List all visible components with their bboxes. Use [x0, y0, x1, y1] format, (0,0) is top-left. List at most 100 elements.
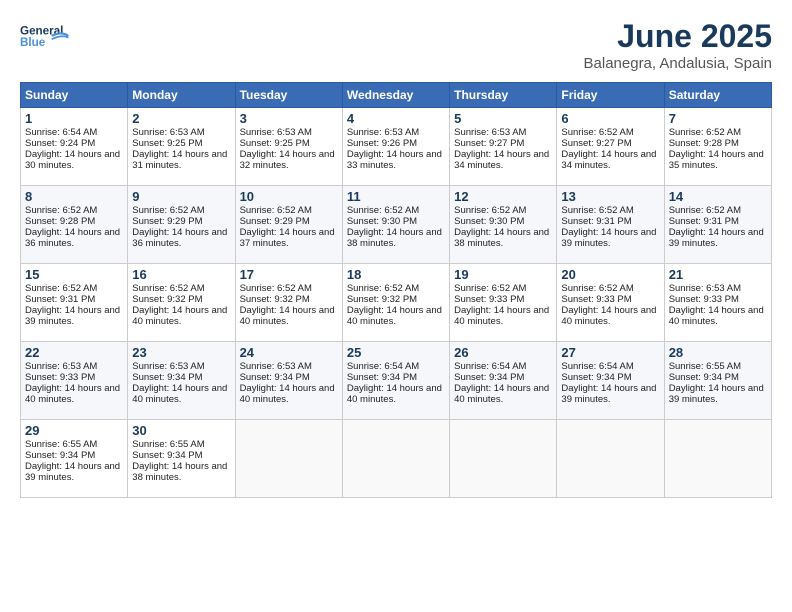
calendar-cell: 16Sunrise: 6:52 AMSunset: 9:32 PMDayligh…	[128, 264, 235, 342]
calendar-cell: 14Sunrise: 6:52 AMSunset: 9:31 PMDayligh…	[664, 186, 771, 264]
sunset: Sunset: 9:32 PM	[132, 294, 202, 305]
day-number: 13	[561, 189, 659, 204]
subtitle: Balanegra, Andalusia, Spain	[584, 55, 772, 72]
daylight: Daylight: 14 hours and 37 minutes.	[240, 227, 335, 249]
calendar-cell: 19Sunrise: 6:52 AMSunset: 9:33 PMDayligh…	[450, 264, 557, 342]
calendar-cell: 8Sunrise: 6:52 AMSunset: 9:28 PMDaylight…	[21, 186, 128, 264]
day-number: 10	[240, 189, 338, 204]
calendar-cell: 30Sunrise: 6:55 AMSunset: 9:34 PMDayligh…	[128, 420, 235, 498]
sunrise: Sunrise: 6:52 AM	[240, 205, 312, 216]
calendar-cell	[664, 420, 771, 498]
daylight: Daylight: 14 hours and 40 minutes.	[132, 383, 227, 405]
sunset: Sunset: 9:31 PM	[561, 216, 631, 227]
sunrise: Sunrise: 6:53 AM	[240, 361, 312, 372]
daylight: Daylight: 14 hours and 38 minutes.	[454, 227, 549, 249]
calendar-cell: 2Sunrise: 6:53 AMSunset: 9:25 PMDaylight…	[128, 108, 235, 186]
sunset: Sunset: 9:27 PM	[561, 138, 631, 149]
calendar-cell: 1Sunrise: 6:54 AMSunset: 9:24 PMDaylight…	[21, 108, 128, 186]
daylight: Daylight: 14 hours and 35 minutes.	[669, 149, 764, 171]
col-thursday: Thursday	[450, 83, 557, 108]
sunrise: Sunrise: 6:53 AM	[240, 127, 312, 138]
day-number: 26	[454, 345, 552, 360]
calendar-body: 1Sunrise: 6:54 AMSunset: 9:24 PMDaylight…	[21, 108, 772, 498]
calendar-cell: 23Sunrise: 6:53 AMSunset: 9:34 PMDayligh…	[128, 342, 235, 420]
col-saturday: Saturday	[664, 83, 771, 108]
daylight: Daylight: 14 hours and 40 minutes.	[669, 305, 764, 327]
calendar-cell: 21Sunrise: 6:53 AMSunset: 9:33 PMDayligh…	[664, 264, 771, 342]
week-row-4: 22Sunrise: 6:53 AMSunset: 9:33 PMDayligh…	[21, 342, 772, 420]
day-number: 11	[347, 189, 445, 204]
sunset: Sunset: 9:26 PM	[347, 138, 417, 149]
main-title: June 2025	[584, 18, 772, 55]
day-number: 19	[454, 267, 552, 282]
daylight: Daylight: 14 hours and 31 minutes.	[132, 149, 227, 171]
day-number: 8	[25, 189, 123, 204]
sunrise: Sunrise: 6:52 AM	[132, 283, 204, 294]
sunset: Sunset: 9:34 PM	[240, 372, 310, 383]
sunrise: Sunrise: 6:52 AM	[132, 205, 204, 216]
calendar-cell: 24Sunrise: 6:53 AMSunset: 9:34 PMDayligh…	[235, 342, 342, 420]
daylight: Daylight: 14 hours and 33 minutes.	[347, 149, 442, 171]
daylight: Daylight: 14 hours and 40 minutes.	[454, 305, 549, 327]
day-number: 6	[561, 111, 659, 126]
calendar-cell: 15Sunrise: 6:52 AMSunset: 9:31 PMDayligh…	[21, 264, 128, 342]
sunrise: Sunrise: 6:55 AM	[25, 439, 97, 450]
sunset: Sunset: 9:33 PM	[454, 294, 524, 305]
sunset: Sunset: 9:29 PM	[132, 216, 202, 227]
calendar-cell: 13Sunrise: 6:52 AMSunset: 9:31 PMDayligh…	[557, 186, 664, 264]
sunrise: Sunrise: 6:55 AM	[132, 439, 204, 450]
day-number: 22	[25, 345, 123, 360]
daylight: Daylight: 14 hours and 36 minutes.	[132, 227, 227, 249]
sunrise: Sunrise: 6:52 AM	[669, 127, 741, 138]
calendar-cell: 7Sunrise: 6:52 AMSunset: 9:28 PMDaylight…	[664, 108, 771, 186]
calendar-cell: 20Sunrise: 6:52 AMSunset: 9:33 PMDayligh…	[557, 264, 664, 342]
calendar-cell: 6Sunrise: 6:52 AMSunset: 9:27 PMDaylight…	[557, 108, 664, 186]
sunrise: Sunrise: 6:54 AM	[25, 127, 97, 138]
daylight: Daylight: 14 hours and 39 minutes.	[561, 383, 656, 405]
sunset: Sunset: 9:29 PM	[240, 216, 310, 227]
day-number: 2	[132, 111, 230, 126]
sunset: Sunset: 9:28 PM	[25, 216, 95, 227]
daylight: Daylight: 14 hours and 40 minutes.	[454, 383, 549, 405]
calendar-cell: 12Sunrise: 6:52 AMSunset: 9:30 PMDayligh…	[450, 186, 557, 264]
header: General Blue June 2025 Balanegra, Andalu…	[20, 18, 772, 72]
sunrise: Sunrise: 6:53 AM	[25, 361, 97, 372]
daylight: Daylight: 14 hours and 32 minutes.	[240, 149, 335, 171]
sunrise: Sunrise: 6:52 AM	[240, 283, 312, 294]
sunrise: Sunrise: 6:55 AM	[669, 361, 741, 372]
daylight: Daylight: 14 hours and 40 minutes.	[347, 383, 442, 405]
day-number: 23	[132, 345, 230, 360]
sunset: Sunset: 9:34 PM	[669, 372, 739, 383]
sunset: Sunset: 9:28 PM	[669, 138, 739, 149]
sunrise: Sunrise: 6:53 AM	[132, 361, 204, 372]
sunrise: Sunrise: 6:52 AM	[669, 205, 741, 216]
page: General Blue June 2025 Balanegra, Andalu…	[0, 0, 792, 612]
sunset: Sunset: 9:34 PM	[132, 450, 202, 461]
sunset: Sunset: 9:34 PM	[132, 372, 202, 383]
logo: General Blue	[20, 18, 70, 58]
sunset: Sunset: 9:32 PM	[240, 294, 310, 305]
sunset: Sunset: 9:25 PM	[132, 138, 202, 149]
day-number: 5	[454, 111, 552, 126]
sunrise: Sunrise: 6:53 AM	[347, 127, 419, 138]
sunrise: Sunrise: 6:52 AM	[454, 283, 526, 294]
daylight: Daylight: 14 hours and 34 minutes.	[454, 149, 549, 171]
calendar-cell: 9Sunrise: 6:52 AMSunset: 9:29 PMDaylight…	[128, 186, 235, 264]
daylight: Daylight: 14 hours and 40 minutes.	[347, 305, 442, 327]
sunset: Sunset: 9:34 PM	[347, 372, 417, 383]
calendar-cell: 11Sunrise: 6:52 AMSunset: 9:30 PMDayligh…	[342, 186, 449, 264]
sunset: Sunset: 9:31 PM	[669, 216, 739, 227]
calendar-cell: 4Sunrise: 6:53 AMSunset: 9:26 PMDaylight…	[342, 108, 449, 186]
calendar-header: Sunday Monday Tuesday Wednesday Thursday…	[21, 83, 772, 108]
day-number: 15	[25, 267, 123, 282]
sunrise: Sunrise: 6:54 AM	[454, 361, 526, 372]
daylight: Daylight: 14 hours and 39 minutes.	[669, 227, 764, 249]
sunset: Sunset: 9:34 PM	[25, 450, 95, 461]
title-area: June 2025 Balanegra, Andalusia, Spain	[584, 18, 772, 72]
sunrise: Sunrise: 6:54 AM	[347, 361, 419, 372]
daylight: Daylight: 14 hours and 39 minutes.	[561, 227, 656, 249]
day-number: 21	[669, 267, 767, 282]
daylight: Daylight: 14 hours and 38 minutes.	[347, 227, 442, 249]
header-row: Sunday Monday Tuesday Wednesday Thursday…	[21, 83, 772, 108]
daylight: Daylight: 14 hours and 40 minutes.	[240, 305, 335, 327]
